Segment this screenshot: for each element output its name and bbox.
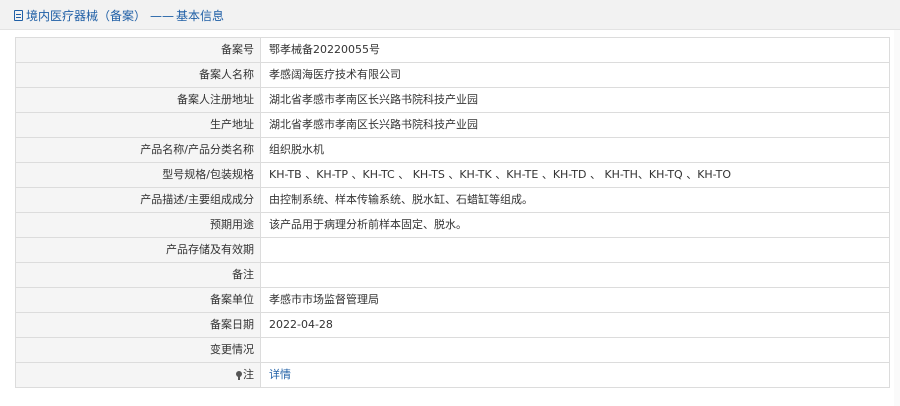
- note-label-cell: 注: [15, 362, 261, 388]
- note-label: 注: [243, 368, 254, 381]
- table-row: 变更情况: [15, 337, 890, 363]
- row-label: 产品描述/主要组成成分: [15, 187, 261, 213]
- table-row: 产品存储及有效期: [15, 237, 890, 263]
- table-row: 备案号 鄂孝械备20220055号: [15, 37, 890, 63]
- row-label: 产品存储及有效期: [15, 237, 261, 263]
- row-value: 该产品用于病理分析前样本固定、脱水。: [260, 212, 890, 238]
- header-separator: ——: [150, 8, 175, 23]
- info-table: 备案号 鄂孝械备20220055号 备案人名称 孝感阔海医疗技术有限公司 备案人…: [15, 37, 890, 388]
- row-value: 组织脱水机: [260, 137, 890, 163]
- row-value: [260, 237, 890, 263]
- row-label: 备注: [15, 262, 261, 288]
- row-value: 由控制系统、样本传输系统、脱水缸、石蜡缸等组成。: [260, 187, 890, 213]
- table-row: 产品名称/产品分类名称 组织脱水机: [15, 137, 890, 163]
- page-header: 境内医疗器械（备案） —— 基本信息: [0, 0, 900, 30]
- row-value: 孝感阔海医疗技术有限公司: [260, 62, 890, 88]
- row-label: 备案单位: [15, 287, 261, 313]
- row-value: 湖北省孝感市孝南区长兴路书院科技产业园: [260, 112, 890, 138]
- row-value: 鄂孝械备20220055号: [260, 37, 890, 63]
- row-label: 备案人名称: [15, 62, 261, 88]
- row-label: 生产地址: [15, 112, 261, 138]
- pin-icon: [236, 371, 242, 380]
- table-row: 型号规格/包装规格 KH-TB 、KH-TP 、KH-TC 、 KH-TS 、K…: [15, 162, 890, 188]
- row-label: 备案人注册地址: [15, 87, 261, 113]
- header-title: 境内医疗器械（备案）: [26, 9, 147, 23]
- row-value: [260, 337, 890, 363]
- table-row: 备案日期 2022-04-28: [15, 312, 890, 338]
- scrollbar-track[interactable]: [894, 30, 900, 406]
- table-row: 生产地址 湖北省孝感市孝南区长兴路书院科技产业园: [15, 112, 890, 138]
- row-label: 预期用途: [15, 212, 261, 238]
- row-label: 备案号: [15, 37, 261, 63]
- details-link[interactable]: 详情: [269, 368, 291, 381]
- header-subtitle: 基本信息: [176, 9, 225, 23]
- header-title-group: 境内医疗器械（备案） —— 基本信息: [14, 7, 224, 24]
- row-label: 变更情况: [15, 337, 261, 363]
- table-row: 预期用途 该产品用于病理分析前样本固定、脱水。: [15, 212, 890, 238]
- row-value: KH-TB 、KH-TP 、KH-TC 、 KH-TS 、KH-TK 、KH-T…: [260, 162, 890, 188]
- note-value-cell: 详情: [260, 362, 890, 388]
- row-label: 型号规格/包装规格: [15, 162, 261, 188]
- row-value: 2022-04-28: [260, 312, 890, 338]
- row-value: 孝感市市场监督管理局: [260, 287, 890, 313]
- document-icon: [14, 10, 23, 21]
- row-value: [260, 262, 890, 288]
- row-label: 产品名称/产品分类名称: [15, 137, 261, 163]
- note-row: 注 详情: [15, 362, 890, 388]
- table-row: 备案人注册地址 湖北省孝感市孝南区长兴路书院科技产业园: [15, 87, 890, 113]
- table-row: 备案单位 孝感市市场监督管理局: [15, 287, 890, 313]
- table-row: 备注: [15, 262, 890, 288]
- row-label: 备案日期: [15, 312, 261, 338]
- table-row: 备案人名称 孝感阔海医疗技术有限公司: [15, 62, 890, 88]
- table-row: 产品描述/主要组成成分 由控制系统、样本传输系统、脱水缸、石蜡缸等组成。: [15, 187, 890, 213]
- row-value: 湖北省孝感市孝南区长兴路书院科技产业园: [260, 87, 890, 113]
